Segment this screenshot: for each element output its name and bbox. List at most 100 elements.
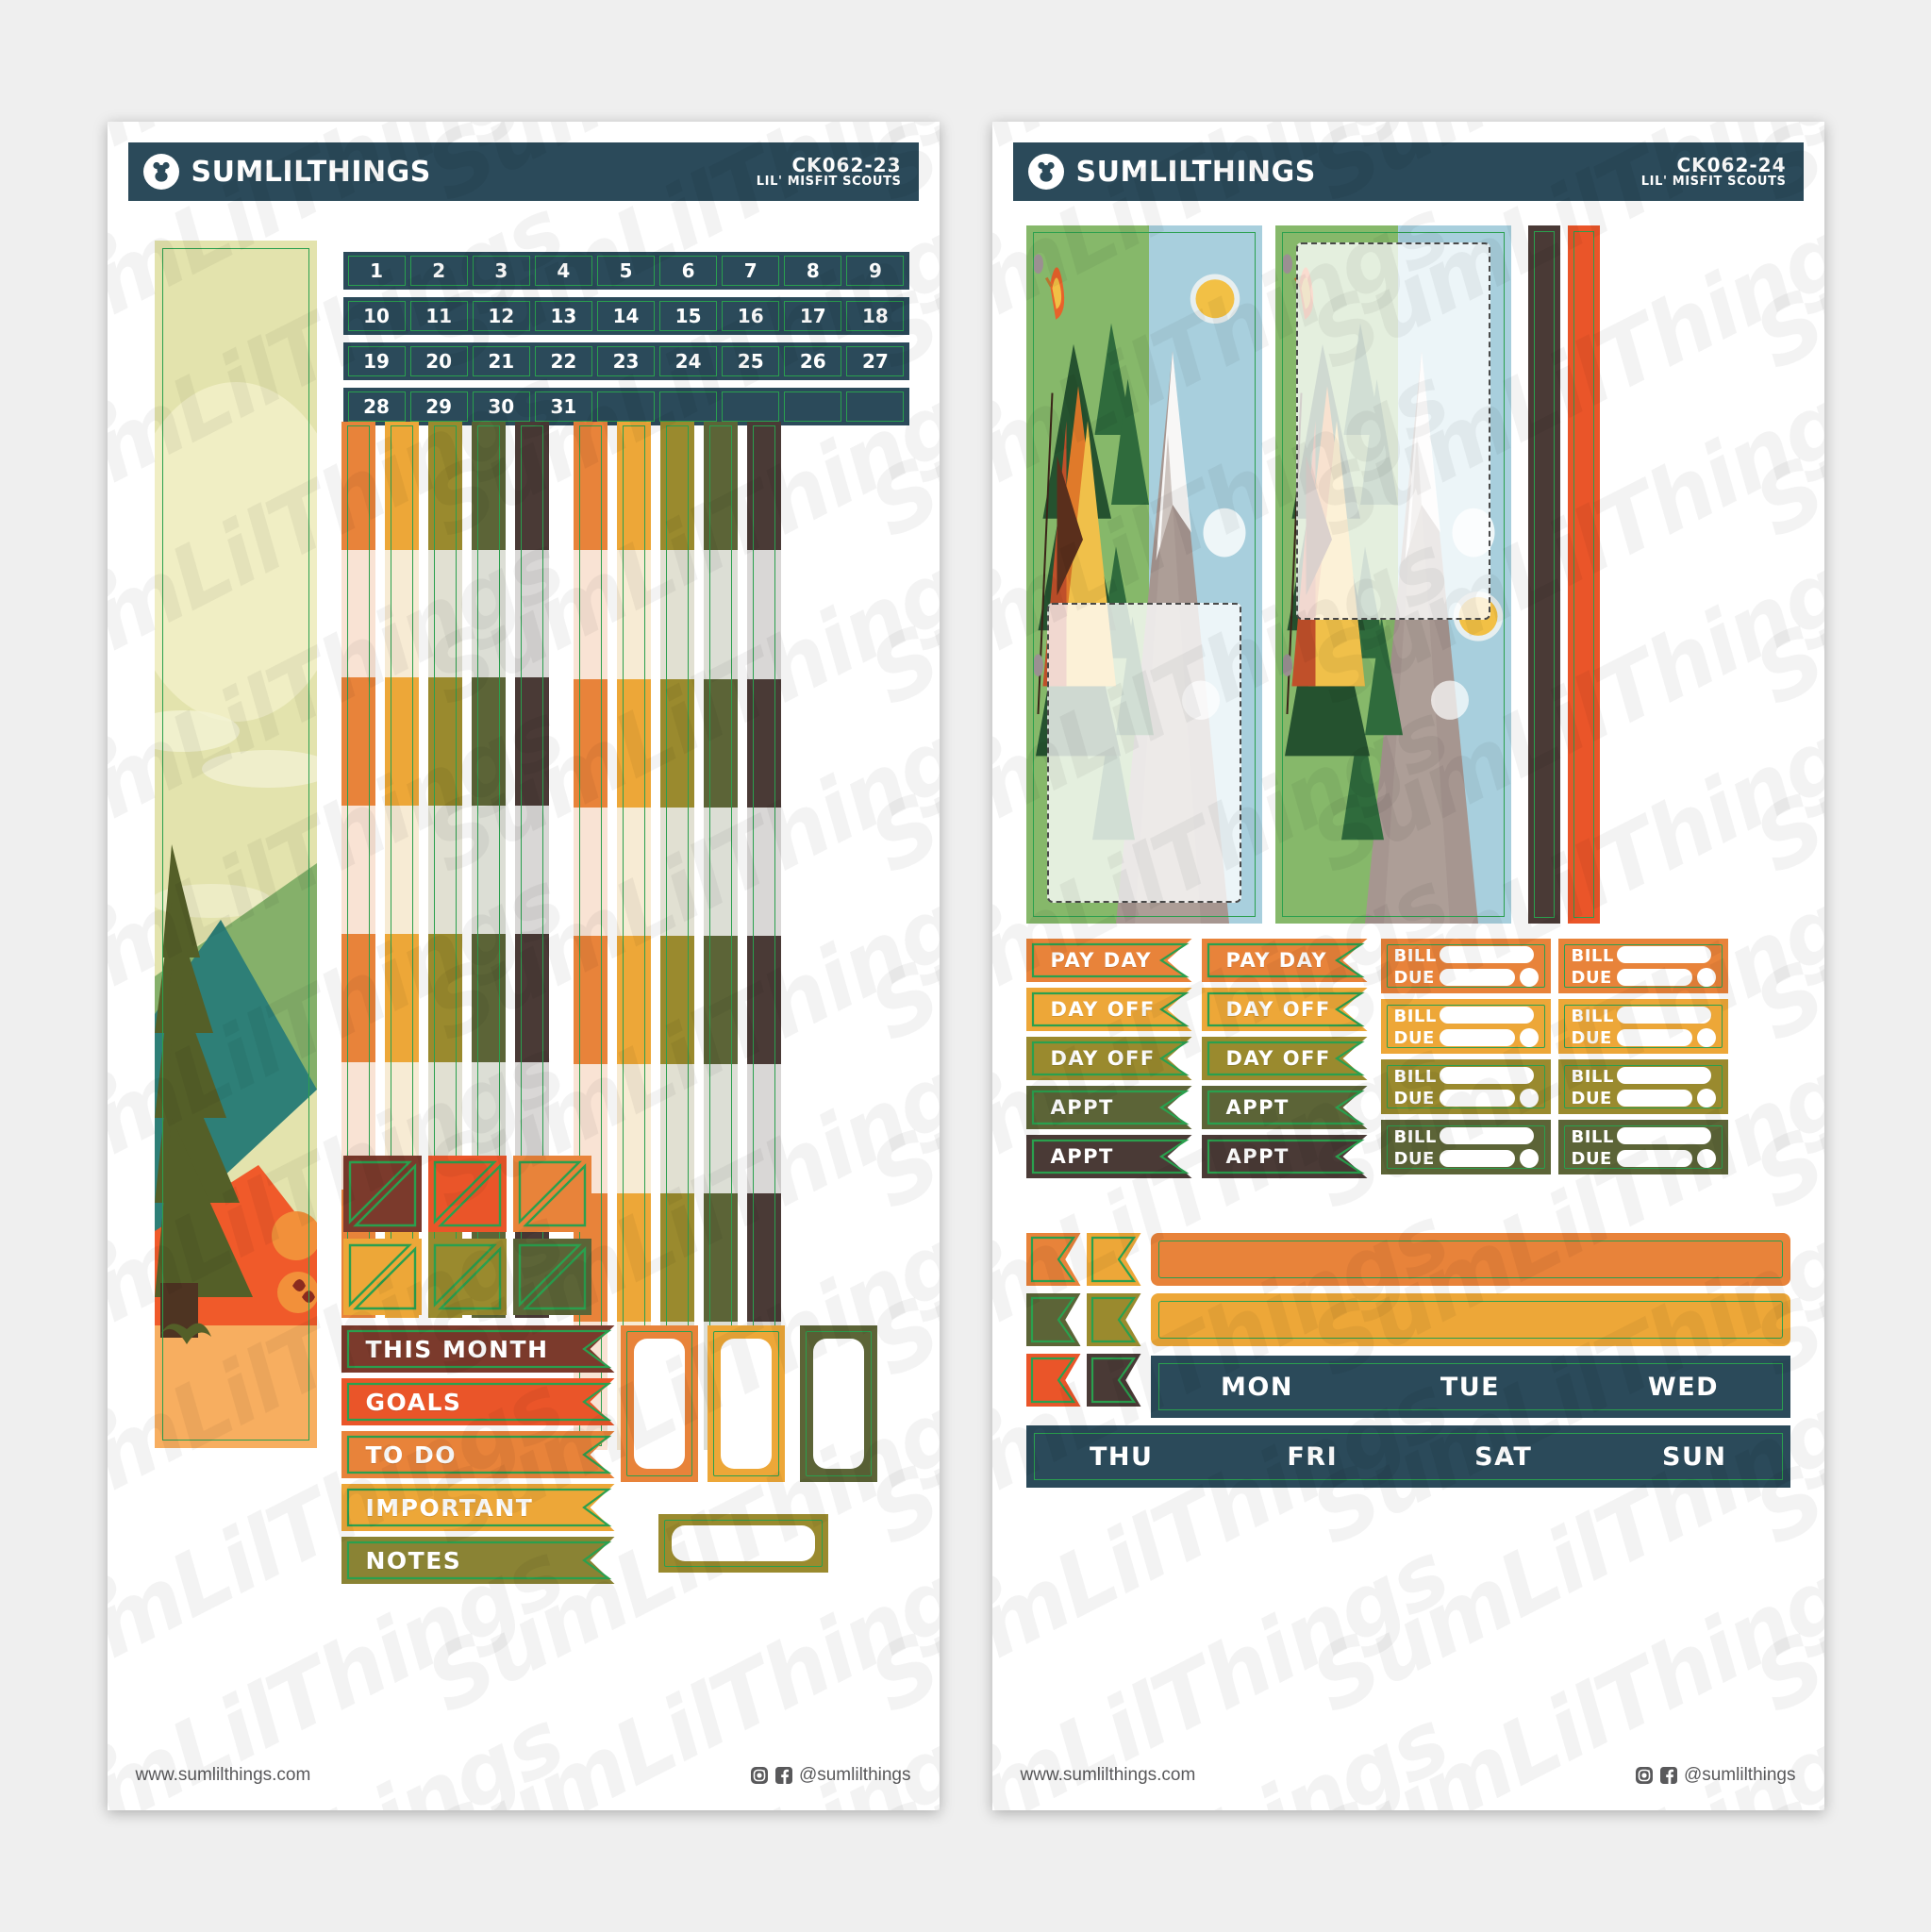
bill-input-field[interactable] (1439, 1127, 1534, 1144)
bill-due-sticker[interactable]: BILL DUE (1557, 939, 1728, 993)
date-cell-3[interactable]: 3 (472, 256, 530, 286)
date-cell-12[interactable]: 12 (472, 301, 530, 331)
note-box-dark-olive[interactable] (799, 1325, 877, 1482)
banner-pay-day[interactable]: PAY DAY (1201, 939, 1368, 982)
banner-day-off[interactable]: DAY OFF (1201, 1037, 1368, 1080)
date-cell-15[interactable]: 15 (659, 301, 718, 331)
date-cell-13[interactable]: 13 (534, 301, 592, 331)
write-in-area[interactable] (812, 1339, 864, 1469)
banner-appt[interactable]: APPT (1025, 1135, 1192, 1178)
date-cell-4[interactable]: 4 (534, 256, 592, 286)
write-in-area[interactable] (633, 1339, 685, 1469)
date-cell-28[interactable]: 28 (347, 391, 406, 422)
bill-due-sticker[interactable]: BILL DUE (1557, 1059, 1728, 1114)
due-checkbox[interactable] (1696, 1149, 1716, 1168)
mini-flag-dark-olive[interactable] (1025, 1293, 1081, 1346)
date-cell-blank[interactable] (846, 391, 905, 422)
date-cell-27[interactable]: 27 (846, 346, 905, 376)
instagram-icon[interactable] (750, 1766, 769, 1785)
note-box-orange[interactable] (620, 1325, 698, 1482)
washi-strip[interactable] (746, 422, 781, 1450)
date-cell-24[interactable]: 24 (659, 346, 718, 376)
instagram-icon[interactable] (1635, 1766, 1654, 1785)
bill-input-field[interactable] (1616, 1007, 1711, 1024)
square-sticker-orange[interactable] (512, 1156, 591, 1232)
washi-strip[interactable] (616, 422, 651, 1450)
due-input-field[interactable] (1439, 1150, 1515, 1167)
washi-strip[interactable] (703, 422, 738, 1450)
due-checkbox[interactable] (1696, 968, 1716, 987)
mini-flag-amber[interactable] (1086, 1233, 1141, 1286)
day-label-fri[interactable]: FRI (1217, 1442, 1408, 1472)
due-checkbox[interactable] (1519, 1149, 1539, 1168)
mini-flag-orange[interactable] (1025, 1233, 1081, 1286)
square-sticker-dark-olive[interactable] (512, 1239, 591, 1315)
washi-bar-red-orange[interactable] (1567, 225, 1600, 924)
camp-scene-left[interactable] (1025, 225, 1262, 924)
date-cell-blank[interactable] (784, 391, 842, 422)
date-cell-25[interactable]: 25 (722, 346, 780, 376)
date-cell-26[interactable]: 26 (784, 346, 842, 376)
date-cell-17[interactable]: 17 (784, 301, 842, 331)
bill-input-field[interactable] (1616, 1067, 1711, 1084)
date-cell-10[interactable]: 10 (347, 301, 406, 331)
square-sticker-red-orange[interactable] (427, 1156, 507, 1232)
bill-due-sticker[interactable]: BILL DUE (1380, 1059, 1551, 1114)
date-cell-29[interactable]: 29 (409, 391, 468, 422)
square-sticker-amber[interactable] (342, 1239, 422, 1315)
note-box-wide-olive-gold[interactable] (658, 1514, 828, 1573)
banner-pay-day[interactable]: PAY DAY (1025, 939, 1192, 982)
due-input-field[interactable] (1616, 1029, 1692, 1046)
date-cell-30[interactable]: 30 (472, 391, 530, 422)
mini-flag-olive-gold[interactable] (1086, 1293, 1141, 1346)
bill-due-sticker[interactable]: BILL DUE (1380, 939, 1551, 993)
washi-bar-dark-brown[interactable] (1527, 225, 1560, 924)
bill-input-field[interactable] (1439, 1067, 1534, 1084)
bill-due-sticker[interactable]: BILL DUE (1557, 1120, 1728, 1174)
banner-day-off[interactable]: DAY OFF (1201, 988, 1368, 1031)
banner-appt[interactable]: APPT (1025, 1086, 1192, 1129)
bill-due-sticker[interactable]: BILL DUE (1380, 1120, 1551, 1174)
write-in-box-right[interactable] (1295, 242, 1490, 620)
date-cell-18[interactable]: 18 (846, 301, 905, 331)
date-cell-20[interactable]: 20 (409, 346, 468, 376)
date-cell-blank[interactable] (722, 391, 780, 422)
due-input-field[interactable] (1616, 1090, 1692, 1107)
due-checkbox[interactable] (1519, 968, 1539, 987)
write-in-area[interactable] (671, 1525, 815, 1561)
date-cell-blank[interactable] (596, 391, 656, 422)
bill-due-sticker[interactable]: BILL DUE (1380, 999, 1551, 1054)
due-checkbox[interactable] (1696, 1028, 1716, 1047)
banner-this-month[interactable]: THIS MONTH (341, 1325, 615, 1373)
washi-strip[interactable] (659, 422, 694, 1450)
date-cell-5[interactable]: 5 (596, 256, 656, 286)
day-bar-mon-wed[interactable]: MON TUE WED (1150, 1356, 1790, 1418)
banner-goals[interactable]: GOALS (341, 1378, 615, 1425)
day-label-thu[interactable]: THU (1026, 1442, 1218, 1472)
banner-appt[interactable]: APPT (1201, 1135, 1368, 1178)
due-input-field[interactable] (1439, 1090, 1515, 1107)
bill-input-field[interactable] (1616, 1127, 1711, 1144)
bill-input-field[interactable] (1439, 946, 1534, 963)
due-checkbox[interactable] (1519, 1089, 1539, 1108)
long-strip-amber[interactable] (1150, 1293, 1790, 1346)
facebook-icon[interactable] (774, 1766, 793, 1785)
camp-scene-right[interactable] (1274, 225, 1511, 924)
banner-notes[interactable]: NOTES (341, 1537, 615, 1584)
mini-flag-dark-brown[interactable] (1086, 1354, 1141, 1407)
day-bar-thu-sun[interactable]: THU FRI SAT SUN (1025, 1425, 1790, 1488)
banner-to-do[interactable]: TO DO (341, 1431, 615, 1478)
banner-day-off[interactable]: DAY OFF (1025, 1037, 1192, 1080)
date-cell-21[interactable]: 21 (472, 346, 530, 376)
date-cell-1[interactable]: 1 (347, 256, 406, 286)
banner-appt[interactable]: APPT (1201, 1086, 1368, 1129)
mini-flag-red-orange[interactable] (1025, 1354, 1081, 1407)
facebook-icon[interactable] (1659, 1766, 1678, 1785)
date-cell-23[interactable]: 23 (596, 346, 656, 376)
date-cell-11[interactable]: 11 (409, 301, 468, 331)
write-in-area[interactable] (720, 1339, 772, 1469)
write-in-box-left[interactable] (1046, 603, 1241, 903)
due-input-field[interactable] (1616, 969, 1692, 986)
date-cell-16[interactable]: 16 (722, 301, 780, 331)
square-sticker-olive-gold[interactable] (427, 1239, 507, 1315)
